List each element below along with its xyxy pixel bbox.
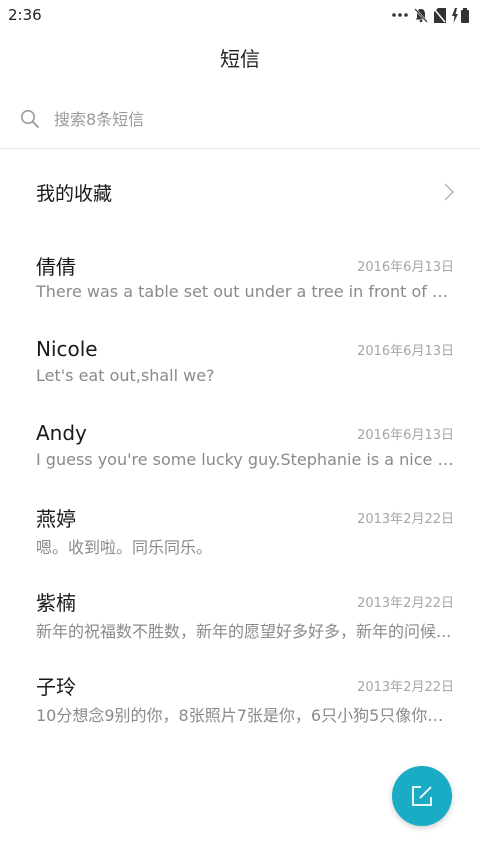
message-preview: There was a table set out under a tree i…: [36, 282, 454, 301]
contact-name: 子玲: [36, 674, 76, 699]
message-date: 2013年2月22日: [357, 595, 454, 611]
compose-button[interactable]: [392, 766, 452, 826]
message-preview: I guess you're some lucky guy.Stephanie …: [36, 450, 454, 469]
status-icons: [392, 7, 470, 23]
favorites-label: 我的收藏: [36, 182, 113, 205]
page-title: 短信: [220, 46, 260, 71]
conversation-item[interactable]: 燕婷 2013年2月22日 嗯。收到啦。同乐同乐。: [0, 496, 480, 580]
more-dots-icon: [392, 12, 408, 18]
battery-charging-icon: [452, 7, 470, 23]
conversation-item[interactable]: Andy 2016年6月13日 I guess you're some luck…: [0, 412, 480, 496]
search-icon: [20, 109, 40, 129]
conversation-list: 倩倩 2016年6月13日 There was a table set out …: [0, 244, 480, 748]
message-date: 2013年2月22日: [357, 679, 454, 695]
header: 短信: [0, 40, 480, 74]
contact-name: Nicole: [36, 337, 98, 361]
contact-name: Andy: [36, 421, 87, 445]
message-date: 2016年6月13日: [357, 427, 454, 443]
conversation-item[interactable]: Nicole 2016年6月13日 Let's eat out,shall we…: [0, 328, 480, 412]
message-preview: Let's eat out,shall we?: [36, 366, 215, 385]
message-preview: 嗯。收到啦。同乐同乐。: [36, 538, 213, 557]
conversation-item[interactable]: 子玲 2013年2月22日 10分想念9别的你，8张照片7张是你，6只小狗5只像…: [0, 664, 480, 748]
contact-name: 燕婷: [36, 506, 76, 531]
conversation-item[interactable]: 紫楠 2013年2月22日 新年的祝福数不胜数，新年的愿望好多好多，新年的问候.…: [0, 580, 480, 664]
compose-icon: [411, 785, 433, 807]
divider: [0, 148, 480, 149]
message-date: 2013年2月22日: [357, 511, 454, 527]
search-input[interactable]: [54, 109, 434, 129]
message-preview: 新年的祝福数不胜数，新年的愿望好多好多，新年的问候...: [36, 622, 452, 641]
notifications-off-icon: [414, 7, 428, 23]
status-time: 2:36: [8, 6, 42, 24]
contact-name: 紫楠: [36, 590, 76, 615]
search-bar[interactable]: [20, 102, 460, 136]
message-date: 2016年6月13日: [357, 259, 454, 275]
favorites-row[interactable]: 我的收藏: [0, 160, 480, 224]
status-bar: 2:36: [0, 0, 480, 30]
no-sim-icon: [434, 7, 446, 23]
message-date: 2016年6月13日: [357, 343, 454, 359]
message-preview: 10分想念9别的你，8张照片7张是你，6只小狗5只像你，4...: [36, 706, 454, 725]
chevron-right-icon: [444, 183, 454, 201]
conversation-item[interactable]: 倩倩 2016年6月13日 There was a table set out …: [0, 244, 480, 328]
contact-name: 倩倩: [36, 254, 76, 279]
